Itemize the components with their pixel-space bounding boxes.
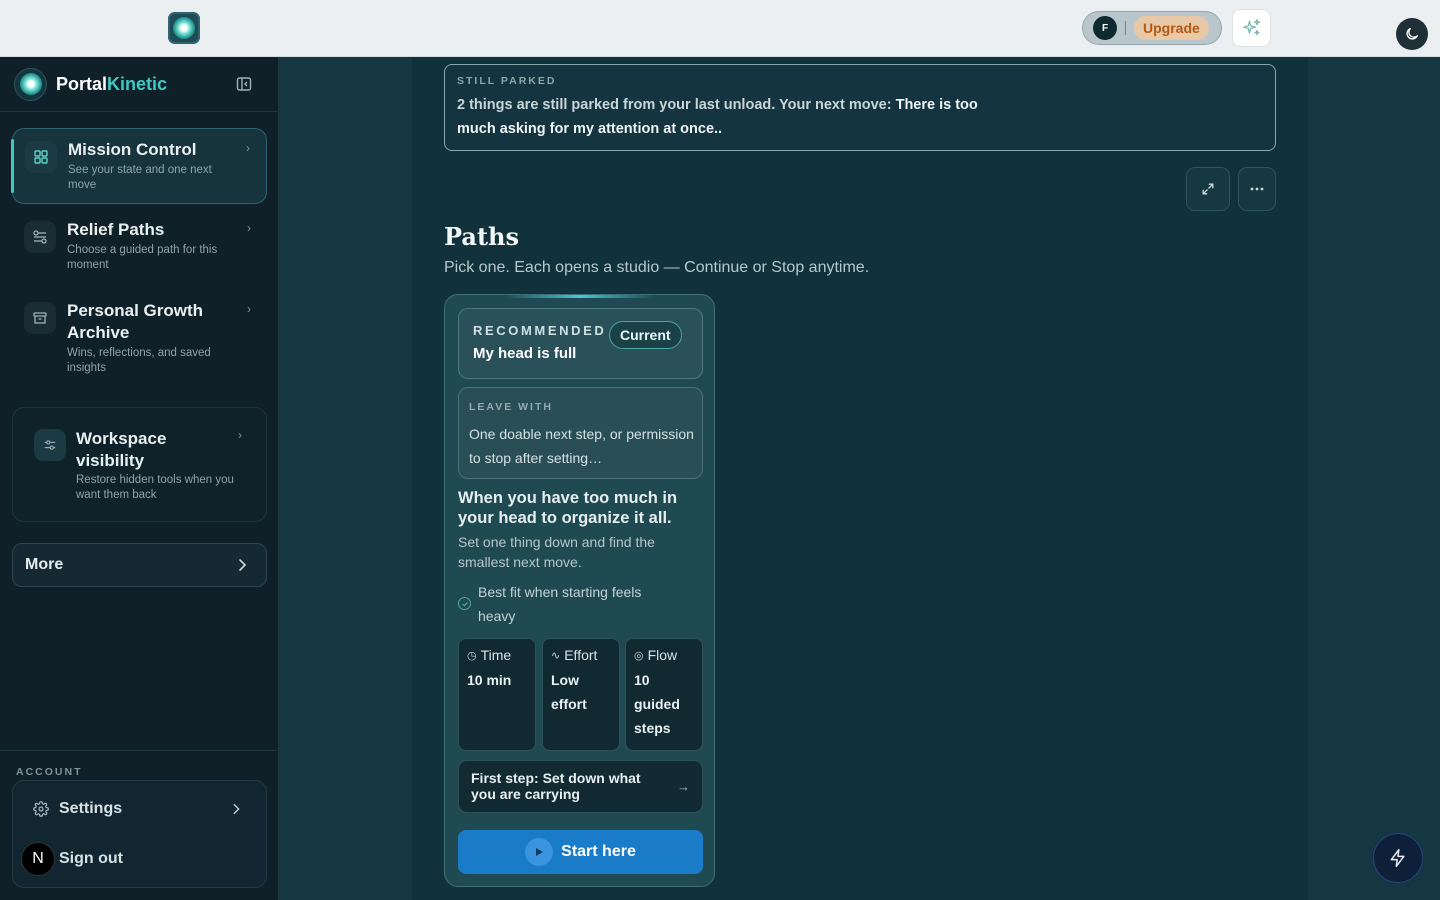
stat-time: ◷ Time 10 min [458,638,536,751]
theme-toggle-button[interactable] [1396,18,1428,50]
leave-with-label: LEAVE WITH [469,401,553,413]
top-bar: F Upgrade [0,0,1440,57]
account-section-label: ACCOUNT [16,766,83,778]
recommended-label: RECOMMENDED [473,323,607,338]
more-options-button[interactable] [1238,167,1276,211]
chevron-right-icon: › [246,141,250,155]
sidebar-item-subtitle: See your state and one next move [68,164,212,191]
path-heading: When you have too much in your head to o… [458,489,678,527]
stat-label: Effort [564,647,598,663]
brand-name: PortalKinetic [56,74,167,95]
still-parked-text: 2 things are still parked from your last… [457,93,997,141]
sparkle-button[interactable] [1232,9,1271,47]
brand[interactable]: PortalKinetic [14,67,264,101]
sidebar-item-personal-growth-archive[interactable]: Personal Growth Archive Wins, reflection… [12,290,267,385]
sidebar-item-mission-control[interactable]: Mission Control See your state and one n… [11,128,267,204]
divider [0,111,279,112]
stat-value: Low effort [551,672,587,712]
best-fit-row: Best fit when starting feels heavy [458,580,698,628]
card-accent-line [505,295,655,298]
sidebar-item-title: Mission Control [68,140,197,159]
quick-action-button[interactable] [1373,833,1423,883]
clock-icon: ◷ [467,649,477,662]
workspace-visibility-subtitle: Restore hidden tools when you want them … [76,474,234,501]
sidebar-item-relief-paths[interactable]: Relief Paths Choose a guided path for th… [12,209,267,279]
best-fit-text: Best fit when starting feels heavy [478,584,642,624]
moon-icon [1406,28,1418,40]
page-subtitle: Pick one. Each opens a studio — Continue… [444,259,870,276]
brand-logo-icon [14,67,47,101]
sparkle-icon [1242,19,1260,36]
first-step-button[interactable]: First step: Set down what you are carryi… [458,760,703,813]
start-here-button[interactable]: Start here [458,830,703,874]
brand-name-part2: Kinetic [107,73,168,94]
still-parked-banner[interactable]: STILL PARKED 2 things are still parked f… [444,64,1276,151]
path-description: Set one thing down and find the smallest… [458,534,655,570]
start-here-label: Start here [561,843,636,860]
still-parked-label: STILL PARKED [457,75,557,87]
sidebar: PortalKinetic Mission Control See your s… [0,57,279,900]
stat-label: Flow [647,647,678,663]
recommended-header: RECOMMENDED My head is full Current [458,308,703,379]
stat-value: 10 guided steps [634,672,680,736]
sign-out-button[interactable]: N Sign out [21,839,259,879]
grid-icon [25,141,57,173]
archive-icon [24,302,56,334]
still-parked-message: 2 things are still parked from your last… [457,97,896,113]
user-avatar[interactable]: F [1093,16,1117,40]
account-card: Settings N Sign out [12,780,267,888]
sidebar-item-title: Relief Paths [67,220,165,239]
pulse-icon: ∿ [551,649,561,662]
leave-with-box: LEAVE WITH One doable next step, or perm… [458,387,703,479]
brand-name-part1: Portal [56,73,108,94]
chevron-right-icon: › [247,221,251,235]
upgrade-button[interactable]: Upgrade [1134,16,1209,40]
divider [0,750,279,751]
settings-label: Settings [59,800,123,817]
workspace-visibility-card[interactable]: Workspace visibility Restore hidden tool… [12,407,267,522]
workspace-visibility-title: Workspace visibility [76,429,167,470]
settings-sliders-icon [34,429,66,461]
chevron-right-icon: › [238,428,242,442]
page-title: Paths [444,222,519,251]
path-card[interactable]: RECOMMENDED My head is full Current LEAV… [444,294,715,887]
sidebar-collapse-icon[interactable] [236,76,252,92]
more-button[interactable]: More [12,543,267,587]
stat-label: Time [480,647,512,663]
target-icon: ◎ [634,649,644,662]
stat-value: 10 min [467,672,512,688]
check-circle-icon [458,597,471,610]
upgrade-pill[interactable]: F Upgrade [1082,11,1222,45]
sliders-icon [24,221,56,253]
play-icon [525,838,554,866]
status-badge: Current [609,321,682,349]
chevron-right-icon: › [247,302,251,316]
sidebar-item-title: Personal Growth Archive [67,301,204,342]
chevron-right-icon [233,803,240,815]
expand-button[interactable] [1186,167,1230,211]
more-label: More [25,556,64,573]
chevron-right-icon [239,559,247,571]
leave-with-text: One doable next step, or permission to s… [469,426,694,466]
avatar: N [21,842,55,876]
sidebar-item-subtitle: Choose a guided path for this moment [67,244,218,271]
path-title: My head is full [473,345,577,362]
settings-button[interactable]: Settings [21,789,259,829]
app-logo-icon[interactable] [168,12,200,44]
sign-out-label: Sign out [59,850,123,867]
sidebar-item-subtitle: Wins, reflections, and saved insights [67,347,211,374]
stat-flow: ◎ Flow 10 guided steps [625,638,703,751]
ellipsis-icon [1250,187,1264,191]
divider [1125,21,1126,35]
expand-icon [1202,183,1214,195]
arrow-right-icon: → [677,779,690,794]
first-step-text: First step: Set down what you are carryi… [471,770,666,802]
first-step-label: First step: [471,770,539,786]
stat-effort: ∿ Effort Low effort [542,638,620,751]
gear-icon [33,801,49,817]
lightning-icon [1390,848,1405,868]
